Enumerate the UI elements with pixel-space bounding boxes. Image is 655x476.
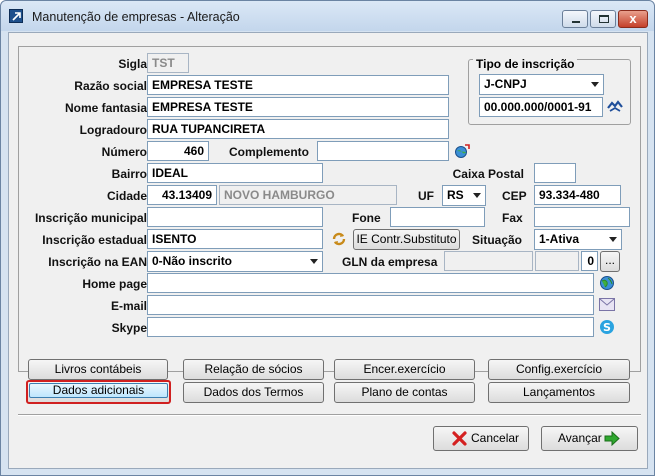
uf-label: UF	[418, 189, 434, 203]
nome-fantasia-field[interactable]: EMPRESA TESTE	[147, 97, 449, 117]
gln-count-field: 0	[581, 251, 598, 271]
homepage-field[interactable]	[147, 273, 594, 293]
receita-federal-icon[interactable]	[607, 99, 623, 116]
config-exercicio-button[interactable]: Config.exercício	[488, 359, 630, 380]
chevron-down-icon	[609, 237, 617, 242]
chevron-down-icon	[473, 193, 481, 198]
gln-mid-field	[535, 251, 579, 271]
email-field[interactable]	[147, 295, 594, 315]
ean-label: Inscrição na EAN	[48, 255, 147, 269]
situacao-select[interactable]: 1-Ativa	[534, 229, 622, 250]
separator	[18, 414, 641, 416]
close-icon: x	[629, 11, 637, 26]
dados-adicionais-button[interactable]: Dados adicionais	[26, 380, 171, 404]
cidade-name-field: NOVO HAMBURGO	[219, 185, 397, 205]
cancel-x-icon	[452, 431, 467, 454]
email-label: E-mail	[110, 299, 147, 313]
sigla-label: Sigla	[118, 57, 147, 71]
skype-field[interactable]	[147, 317, 594, 337]
numero-field[interactable]: 460	[147, 141, 209, 161]
dados-termos-button[interactable]: Dados dos Termos	[183, 382, 324, 403]
bairro-field[interactable]: IDEAL	[147, 163, 323, 183]
tipo-inscricao-value: J-CNPJ	[484, 77, 527, 91]
chevron-down-icon	[591, 82, 599, 87]
gln-field	[444, 251, 533, 271]
complemento-field[interactable]	[317, 141, 449, 161]
plano-contas-button[interactable]: Plano de contas	[334, 382, 475, 403]
encer-exercicio-button[interactable]: Encer.exercício	[334, 359, 475, 380]
minimize-icon	[572, 21, 580, 23]
window-title: Manutenção de empresas - Alteração	[32, 10, 240, 24]
fax-field[interactable]	[534, 207, 630, 227]
skype-label: Skype	[111, 321, 147, 335]
logradouro-field[interactable]: RUA TUPANCIRETA	[147, 119, 449, 139]
razao-social-field[interactable]: EMPRESA TESTE	[147, 75, 449, 95]
insc-municipal-label: Inscrição municipal	[34, 211, 147, 225]
situacao-label: Situação	[472, 233, 523, 247]
globe-search-icon[interactable]	[454, 143, 470, 162]
uf-select[interactable]: RS	[442, 185, 486, 206]
bairro-label: Bairro	[111, 167, 147, 181]
cidade-code-field[interactable]: 43.13409	[147, 185, 217, 205]
chevron-down-icon	[310, 259, 318, 264]
ie-substituto-button[interactable]: IE Contr.Substituto	[353, 229, 460, 250]
maximize-icon	[599, 15, 609, 23]
logradouro-label: Logradouro	[79, 123, 147, 137]
avancar-button[interactable]: Avançar	[541, 426, 638, 451]
insc-estadual-label: Inscrição estadual	[42, 233, 147, 247]
complemento-label: Complemento	[229, 145, 310, 159]
razao-social-label: Razão social	[74, 79, 147, 93]
sigla-field[interactable]: TST	[147, 53, 189, 73]
app-icon	[9, 9, 23, 23]
ean-value: 0-Não inscrito	[152, 254, 233, 268]
close-button[interactable]: x	[618, 10, 648, 28]
dados-adicionais-label: Dados adicionais	[29, 383, 168, 398]
window-client: Sigla TST Tipo de inscrição J-CNPJ 00.00…	[8, 32, 648, 469]
svg-text:S: S	[603, 321, 611, 334]
cnpj-field[interactable]: 00.000.000/0001-91	[479, 97, 603, 117]
numero-label: Número	[101, 145, 147, 159]
gln-label: GLN da empresa	[342, 255, 438, 269]
fax-label: Fax	[502, 211, 523, 225]
cep-field[interactable]: 93.334-480	[534, 185, 621, 205]
cancelar-button[interactable]: Cancelar	[433, 426, 529, 451]
relacao-socios-button[interactable]: Relação de sócios	[183, 359, 324, 380]
ean-select[interactable]: 0-Não inscrito	[147, 251, 323, 272]
refresh-icon[interactable]	[331, 231, 347, 250]
gln-more-button[interactable]: ...	[600, 251, 620, 272]
tipo-inscricao-select[interactable]: J-CNPJ	[479, 74, 604, 95]
livros-contabeis-button[interactable]: Livros contábeis	[28, 359, 168, 380]
caixa-postal-label: Caixa Postal	[452, 167, 524, 181]
company-form-panel: Sigla TST Tipo de inscrição J-CNPJ 00.00…	[18, 46, 641, 372]
insc-estadual-field[interactable]: ISENTO	[147, 229, 323, 249]
avancar-label: Avançar	[558, 431, 602, 445]
minimize-button[interactable]	[562, 10, 588, 28]
arrow-right-icon	[604, 430, 620, 454]
nome-fantasia-label: Nome fantasia	[64, 101, 147, 115]
uf-value: RS	[447, 188, 464, 202]
caixa-postal-field[interactable]	[534, 163, 576, 183]
lancamentos-button[interactable]: Lançamentos	[488, 382, 630, 403]
cancelar-label: Cancelar	[471, 431, 520, 445]
title-bar: Manutenção de empresas - Alteração x	[1, 1, 654, 31]
cidade-label: Cidade	[106, 189, 147, 203]
situacao-value: 1-Ativa	[539, 232, 580, 246]
fone-label: Fone	[352, 211, 381, 225]
main-window: Manutenção de empresas - Alteração x Sig…	[0, 0, 655, 476]
skype-icon[interactable]: S	[599, 319, 615, 338]
cep-label: CEP	[502, 189, 527, 203]
tipo-inscricao-title: Tipo de inscrição	[473, 57, 578, 71]
fone-field[interactable]	[390, 207, 485, 227]
mail-icon[interactable]	[599, 298, 615, 314]
globe-icon[interactable]	[599, 275, 615, 294]
insc-municipal-field[interactable]	[147, 207, 323, 227]
maximize-button[interactable]	[590, 10, 616, 28]
homepage-label: Home page	[82, 277, 147, 291]
